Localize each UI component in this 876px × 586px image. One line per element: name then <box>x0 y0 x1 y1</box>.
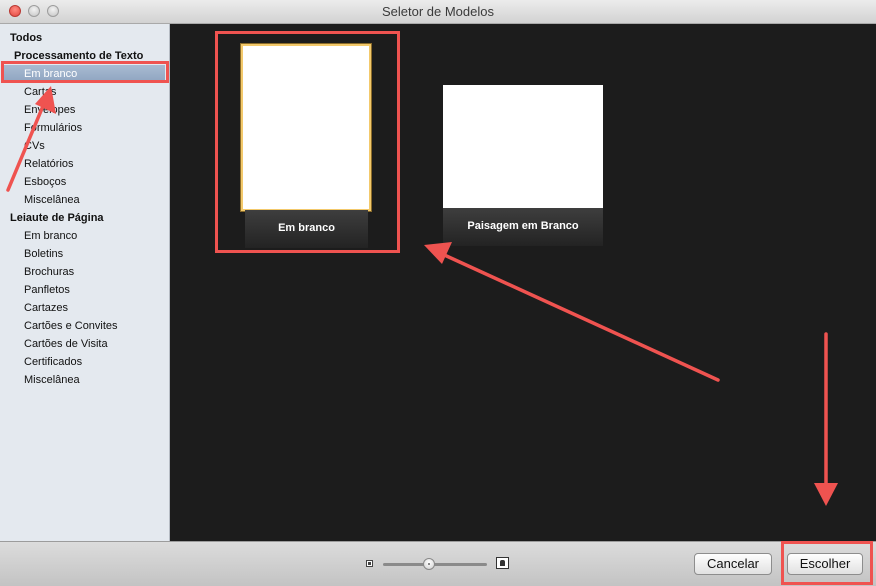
template-gallery: Em branco Paisagem em Branco <box>170 24 876 541</box>
zoom-small-icon <box>366 560 373 567</box>
sidebar-item-wp-cvs[interactable]: CVs <box>24 137 45 155</box>
sidebar-item-pl-posters[interactable]: Cartazes <box>24 299 68 317</box>
sidebar-item-pl-flyers[interactable]: Panfletos <box>24 281 70 299</box>
sidebar-group-word-processing[interactable]: Processamento de Texto <box>14 47 143 65</box>
category-sidebar: Todos Processamento de Texto Em branco C… <box>0 24 170 541</box>
zoom-slider-knob[interactable] <box>423 558 435 570</box>
sidebar-item-pl-misc[interactable]: Miscelânea <box>24 371 80 389</box>
sidebar-item-wp-outlines[interactable]: Esboços <box>24 173 66 191</box>
template-thumbnail[interactable] <box>243 46 369 209</box>
template-label: Em branco <box>245 210 368 248</box>
sidebar-group-page-layout[interactable]: Leiaute de Página <box>10 209 104 227</box>
sidebar-item-pl-certificates[interactable]: Certificados <box>24 353 82 371</box>
template-chooser-window: Seletor de Modelos Todos Processamento d… <box>0 0 876 586</box>
sidebar-item-wp-letters[interactable]: Cartas <box>24 83 56 101</box>
zoom-large-icon <box>496 557 509 569</box>
sidebar-item-pl-brochures[interactable]: Brochuras <box>24 263 74 281</box>
title-bar: Seletor de Modelos <box>0 0 876 24</box>
sidebar-item-pl-blank[interactable]: Em branco <box>24 227 77 245</box>
sidebar-item-pl-newsletters[interactable]: Boletins <box>24 245 63 263</box>
sidebar-item-pl-business-cards[interactable]: Cartões de Visita <box>24 335 108 353</box>
bottom-toolbar: Cancelar Escolher <box>0 541 876 586</box>
sidebar-item-wp-reports[interactable]: Relatórios <box>24 155 74 173</box>
template-thumbnail[interactable] <box>443 85 603 208</box>
template-label: Paisagem em Branco <box>443 208 603 246</box>
zoom-slider[interactable] <box>383 563 487 566</box>
sidebar-item-pl-cards-invitations[interactable]: Cartões e Convites <box>24 317 118 335</box>
choose-button[interactable]: Escolher <box>787 553 863 575</box>
sidebar-item-wp-forms[interactable]: Formulários <box>24 119 82 137</box>
sidebar-item-wp-misc[interactable]: Miscelânea <box>24 191 80 209</box>
sidebar-item-all[interactable]: Todos <box>10 29 42 47</box>
window-title: Seletor de Modelos <box>381 4 494 19</box>
cancel-button[interactable]: Cancelar <box>694 553 772 575</box>
sidebar-item-wp-blank[interactable]: Em branco <box>2 65 165 83</box>
sidebar-item-wp-envelopes[interactable]: Envelopes <box>24 101 75 119</box>
